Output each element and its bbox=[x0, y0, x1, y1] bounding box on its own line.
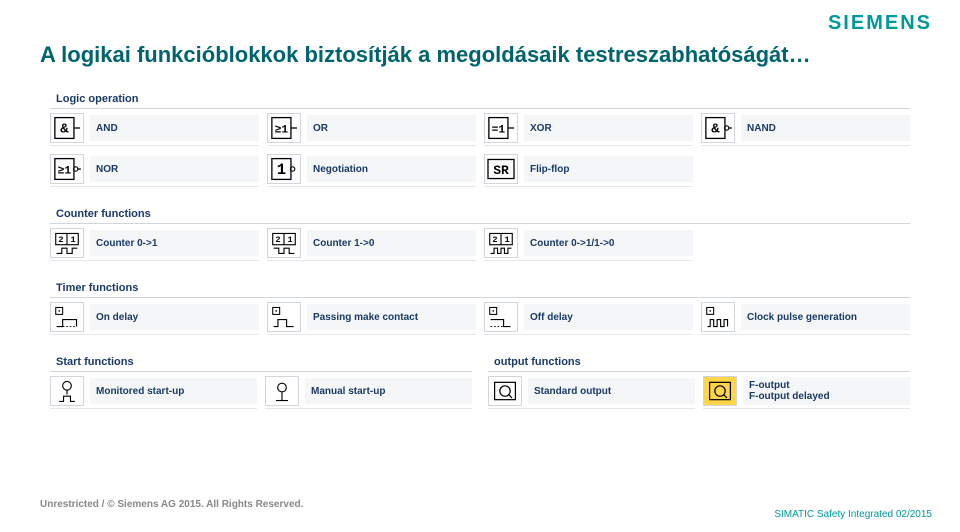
group-title-start: Start functions bbox=[50, 353, 472, 372]
item-manual-start: Manual start-up bbox=[265, 374, 472, 409]
item-or: ≥1 OR bbox=[267, 111, 476, 146]
row-logic-1: & AND ≥1 OR =1 XOR & NAND bbox=[50, 111, 910, 146]
item-monitored-start: Monitored start-up bbox=[50, 374, 257, 409]
counter-011-label: Counter 0->1/1->0 bbox=[524, 230, 693, 256]
section-start: Start functions Monitored start-up Manua… bbox=[50, 353, 472, 415]
f-output-icon bbox=[703, 376, 737, 406]
f-output-label: F-output F-output delayed bbox=[743, 377, 910, 405]
and-icon: & bbox=[50, 113, 84, 143]
svg-text:=1: =1 bbox=[492, 124, 506, 136]
off-delay-label: Off delay bbox=[524, 304, 693, 330]
svg-text:2: 2 bbox=[275, 235, 280, 245]
item-flipflop: SR Flip-flop bbox=[484, 152, 693, 187]
off-delay-icon bbox=[484, 302, 518, 332]
slide-title: A logikai funkcióblokkok biztosítják a m… bbox=[40, 42, 811, 68]
neg-label: Negotiation bbox=[307, 156, 476, 182]
section-start-output: Start functions Monitored start-up Manua… bbox=[50, 353, 910, 415]
item-counter-01: 21 Counter 0->1 bbox=[50, 226, 259, 261]
svg-text:&: & bbox=[60, 121, 69, 137]
counter-011-icon: 21 bbox=[484, 228, 518, 258]
item-f-output: F-output F-output delayed bbox=[703, 374, 910, 409]
item-xor: =1 XOR bbox=[484, 111, 693, 146]
item-and: & AND bbox=[50, 111, 259, 146]
flipflop-label: Flip-flop bbox=[524, 156, 693, 182]
content-area: Logic operation & AND ≥1 OR =1 XOR bbox=[50, 90, 910, 433]
group-title-timer: Timer functions bbox=[50, 279, 910, 298]
item-standard-output: Standard output bbox=[488, 374, 695, 409]
section-timer: Timer functions On delay Passing make co… bbox=[50, 279, 910, 335]
svg-text:2: 2 bbox=[58, 235, 63, 245]
footer-copyright: Unrestricted / © Siemens AG 2015. All Ri… bbox=[40, 499, 303, 510]
flipflop-icon: SR bbox=[484, 154, 518, 184]
section-output: output functions Standard output F-outpu… bbox=[488, 353, 910, 415]
on-delay-label: On delay bbox=[90, 304, 259, 330]
section-counter: Counter functions 21 Counter 0->1 21 Cou… bbox=[50, 205, 910, 261]
or-label: OR bbox=[307, 115, 476, 141]
row-counter: 21 Counter 0->1 21 Counter 1->0 21 Count… bbox=[50, 226, 910, 261]
passing-make-label: Passing make contact bbox=[307, 304, 476, 330]
standard-output-label: Standard output bbox=[528, 378, 695, 404]
row-start: Monitored start-up Manual start-up bbox=[50, 374, 472, 409]
item-passing-make: Passing make contact bbox=[267, 300, 476, 335]
group-title-logic: Logic operation bbox=[50, 90, 910, 109]
counter-10-icon: 21 bbox=[267, 228, 301, 258]
item-off-delay: Off delay bbox=[484, 300, 693, 335]
on-delay-icon bbox=[50, 302, 84, 332]
svg-text:&: & bbox=[711, 121, 720, 137]
manual-start-label: Manual start-up bbox=[305, 378, 472, 404]
xor-icon: =1 bbox=[484, 113, 518, 143]
item-negotiation: 1 Negotiation bbox=[267, 152, 476, 187]
item-counter-10: 21 Counter 1->0 bbox=[267, 226, 476, 261]
footer-product: SIMATIC Safety Integrated 02/2015 bbox=[774, 509, 932, 520]
nand-label: NAND bbox=[741, 115, 910, 141]
nand-icon: & bbox=[701, 113, 735, 143]
item-counter-011: 21 Counter 0->1/1->0 bbox=[484, 226, 693, 261]
svg-text:≥1: ≥1 bbox=[58, 165, 72, 177]
svg-text:≥1: ≥1 bbox=[275, 124, 289, 136]
clock-pulse-icon bbox=[701, 302, 735, 332]
item-on-delay: On delay bbox=[50, 300, 259, 335]
svg-text:1: 1 bbox=[70, 235, 75, 245]
brand-logo: SIEMENS bbox=[828, 12, 932, 35]
neg-icon: 1 bbox=[267, 154, 301, 184]
or-icon: ≥1 bbox=[267, 113, 301, 143]
spacer bbox=[701, 152, 910, 187]
group-title-output: output functions bbox=[488, 353, 910, 372]
section-logic: Logic operation & AND ≥1 OR =1 XOR bbox=[50, 90, 910, 187]
row-output: Standard output F-output F-output delaye… bbox=[488, 374, 910, 409]
clock-pulse-label: Clock pulse generation bbox=[741, 304, 910, 330]
nor-icon: ≥1 bbox=[50, 154, 84, 184]
svg-text:1: 1 bbox=[287, 235, 292, 245]
monitored-start-icon bbox=[50, 376, 84, 406]
and-label: AND bbox=[90, 115, 259, 141]
row-logic-2: ≥1 NOR 1 Negotiation SR Flip-flop bbox=[50, 152, 910, 187]
xor-label: XOR bbox=[524, 115, 693, 141]
item-nand: & NAND bbox=[701, 111, 910, 146]
passing-make-icon bbox=[267, 302, 301, 332]
svg-text:SR: SR bbox=[493, 163, 509, 178]
counter-01-label: Counter 0->1 bbox=[90, 230, 259, 256]
item-clock-pulse: Clock pulse generation bbox=[701, 300, 910, 335]
standard-output-icon bbox=[488, 376, 522, 406]
counter-10-label: Counter 1->0 bbox=[307, 230, 476, 256]
svg-text:1: 1 bbox=[504, 235, 509, 245]
counter-01-icon: 21 bbox=[50, 228, 84, 258]
item-nor: ≥1 NOR bbox=[50, 152, 259, 187]
svg-text:1: 1 bbox=[277, 161, 286, 179]
svg-text:2: 2 bbox=[492, 235, 497, 245]
manual-start-icon bbox=[265, 376, 299, 406]
group-title-counter: Counter functions bbox=[50, 205, 910, 224]
row-timer: On delay Passing make contact Off delay … bbox=[50, 300, 910, 335]
monitored-start-label: Monitored start-up bbox=[90, 378, 257, 404]
spacer bbox=[701, 226, 910, 261]
nor-label: NOR bbox=[90, 156, 259, 182]
